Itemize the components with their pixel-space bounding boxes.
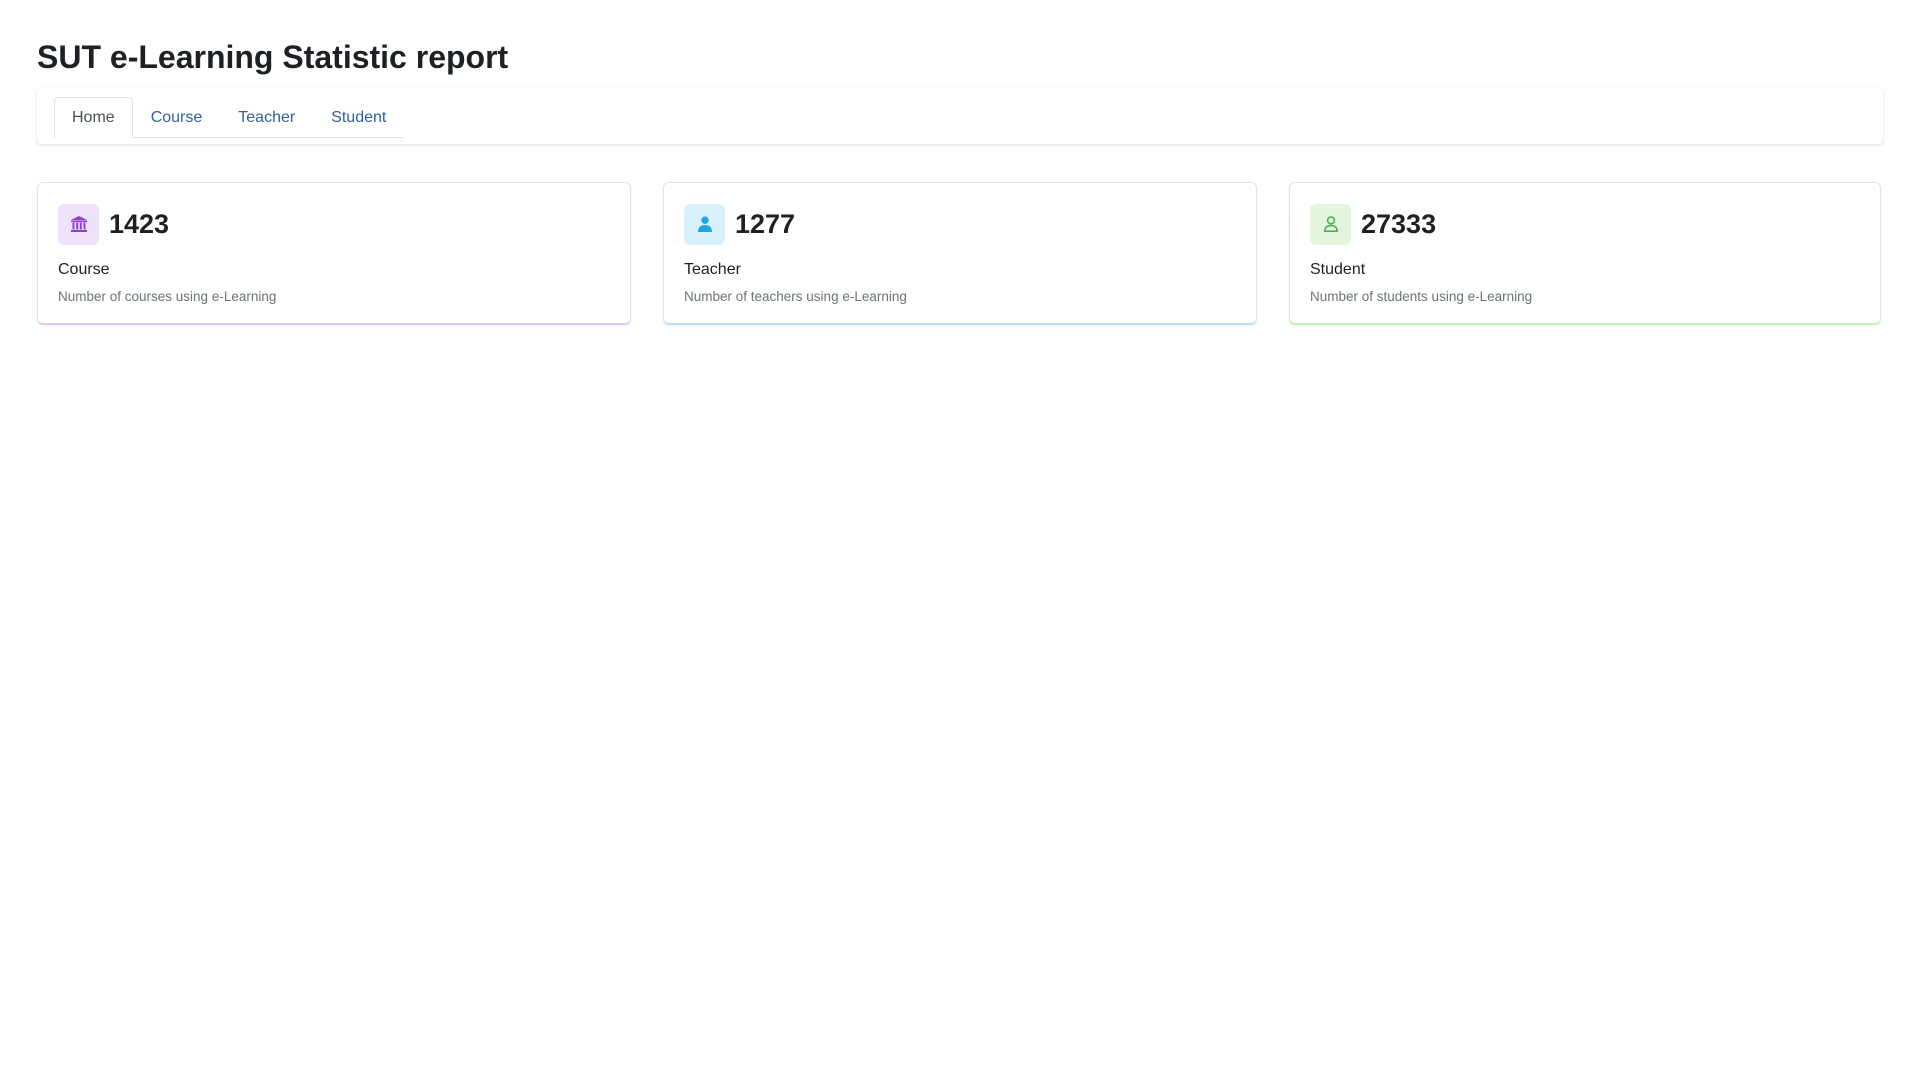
stat-cards: 1423 Course Number of courses using e-Le…: [37, 182, 1883, 325]
course-label: Course: [58, 261, 110, 278]
tab-student[interactable]: Student: [313, 97, 404, 138]
tab-home[interactable]: Home: [54, 97, 133, 138]
card-header: 27333: [1310, 203, 1860, 245]
tab-list: Home Course Teacher Student: [54, 96, 405, 138]
user-solid-icon: [697, 216, 712, 232]
student-description: Number of students using e-Learning: [1310, 289, 1533, 304]
institution-icon: [70, 216, 87, 232]
page: SUT e-Learning Statistic report Home Cou…: [0, 0, 1920, 1080]
student-count: 27333: [1361, 209, 1437, 239]
teacher-description: Number of teachers using e-Learning: [684, 289, 907, 304]
course-stat-card: 1423 Course Number of courses using e-Le…: [37, 182, 631, 325]
teacher-label: Teacher: [684, 261, 741, 278]
page-title: SUT e-Learning Statistic report: [37, 39, 509, 75]
student-label: Student: [1310, 261, 1366, 278]
tab-course[interactable]: Course: [133, 97, 221, 138]
teacher-icon-box: [684, 203, 725, 245]
course-icon-box: [58, 203, 99, 245]
student-icon-box: [1310, 203, 1351, 245]
teacher-count: 1277: [735, 209, 796, 239]
card-header: 1423: [58, 203, 610, 245]
course-count: 1423: [109, 209, 170, 239]
user-outline-icon: [1323, 216, 1338, 232]
tab-teacher[interactable]: Teacher: [220, 97, 313, 138]
tab-bar: Home Course Teacher Student: [37, 88, 1883, 144]
card-header: 1277: [684, 203, 1236, 245]
student-stat-card: 27333 Student Number of students using e…: [1289, 182, 1881, 325]
teacher-stat-card: 1277 Teacher Number of teachers using e-…: [663, 182, 1257, 325]
course-description: Number of courses using e-Learning: [58, 289, 277, 304]
